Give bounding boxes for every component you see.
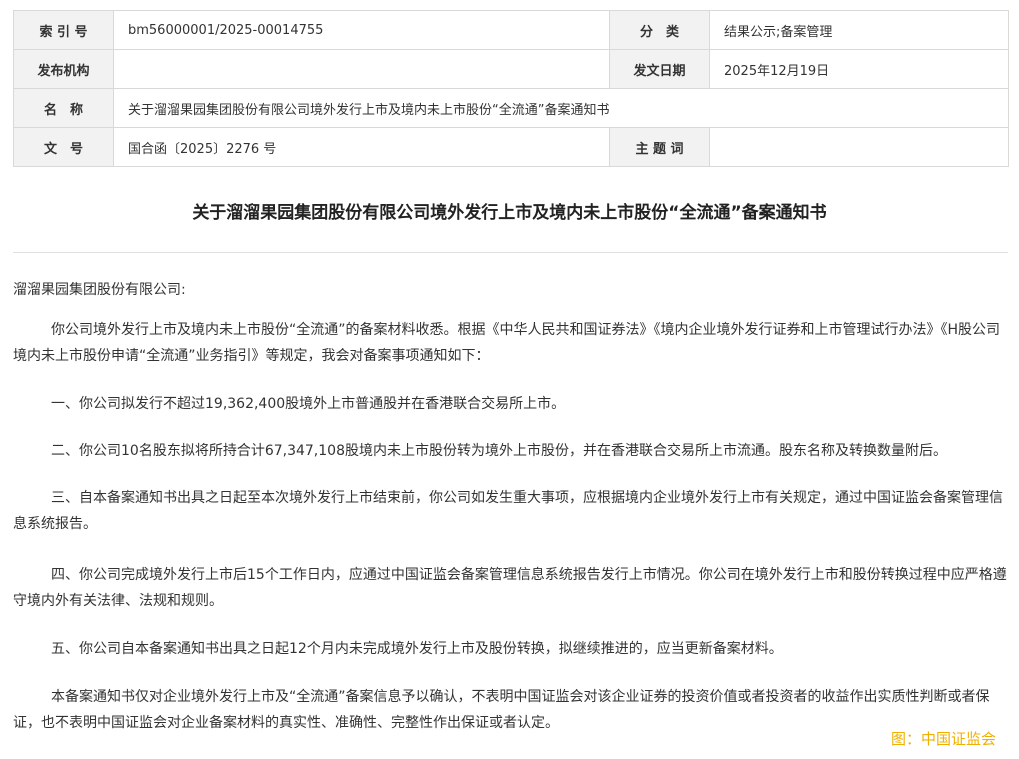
salutation: 溜溜果园集团股份有限公司: <box>13 277 1008 303</box>
body-paragraph-1: 一、你公司拟发行不超过19,362,400股境外上市普通股并在香港联合交易所上市… <box>13 391 1008 417</box>
paragraph-text: 本备案通知书仅对企业境外发行上市及“全流通”备案信息予以确认，不表明中国证监会对… <box>13 689 990 731</box>
publisher-value <box>113 49 610 89</box>
meta-row-name: 名 称 关于溜溜果园集团股份有限公司境外发行上市及境内未上市股份“全流通”备案通… <box>13 88 1009 128</box>
doc-name-label: 名 称 <box>13 88 114 128</box>
paragraph-text: 三、自本备案通知书出具之日起至本次境外发行上市结束前，你公司如发生重大事项，应根… <box>13 490 1003 532</box>
issue-date-value: 2025年12月19日 <box>709 49 1009 89</box>
index-number-label: 索 引 号 <box>13 10 114 50</box>
body-paragraph-3: 三、自本备案通知书出具之日起至本次境外发行上市结束前，你公司如发生重大事项，应根… <box>13 485 1008 537</box>
paragraph-text: 二、你公司10名股东拟将所持合计67,347,108股境内未上市股份转为境外上市… <box>51 443 947 459</box>
body-paragraph-intro: 你公司境外发行上市及境内未上市股份“全流通”的备案材料收悉。根据《中华人民共和国… <box>13 317 1008 369</box>
doc-number-value: 国合函〔2025〕2276 号 <box>113 127 610 167</box>
image-credit-watermark: 图：中国证监会 <box>890 730 996 748</box>
salutation-text: 溜溜果园集团股份有限公司: <box>13 282 186 298</box>
body-paragraph-2: 二、你公司10名股东拟将所持合计67,347,108股境内未上市股份转为境外上市… <box>13 438 1008 464</box>
paragraph-text: 你公司境外发行上市及境内未上市股份“全流通”的备案材料收悉。根据《中华人民共和国… <box>13 322 1001 364</box>
issue-date-label: 发文日期 <box>609 49 710 89</box>
index-number-value: bm56000001/2025-00014755 <box>113 10 610 50</box>
doc-number-label: 文 号 <box>13 127 114 167</box>
paragraph-text: 五、你公司自本备案通知书出具之日起12个月内未完成境外发行上市及股份转换，拟继续… <box>51 641 783 657</box>
body-paragraph-5: 五、你公司自本备案通知书出具之日起12个月内未完成境外发行上市及股份转换，拟继续… <box>13 636 1008 662</box>
meta-row-docno: 文 号 国合函〔2025〕2276 号 主 题 词 <box>13 127 1009 167</box>
meta-row-index: 索 引 号 bm56000001/2025-00014755 分 类 结果公示;… <box>13 10 1009 50</box>
body-paragraph-disclaimer: 本备案通知书仅对企业境外发行上市及“全流通”备案信息予以确认，不表明中国证监会对… <box>13 684 1008 736</box>
meta-row-publisher: 发布机构 发文日期 2025年12月19日 <box>13 49 1009 89</box>
paragraph-text: 一、你公司拟发行不超过19,362,400股境外上市普通股并在香港联合交易所上市… <box>51 396 566 412</box>
keywords-label: 主 题 词 <box>609 127 710 167</box>
category-value: 结果公示;备案管理 <box>709 10 1009 50</box>
body-paragraph-4: 四、你公司完成境外发行上市后15个工作日内，应通过中国证监会备案管理信息系统报告… <box>13 562 1008 614</box>
title-divider <box>13 252 1008 253</box>
category-label: 分 类 <box>609 10 710 50</box>
doc-name-value: 关于溜溜果园集团股份有限公司境外发行上市及境内未上市股份“全流通”备案通知书 <box>113 88 1009 128</box>
paragraph-text: 四、你公司完成境外发行上市后15个工作日内，应通过中国证监会备案管理信息系统报告… <box>13 567 1007 609</box>
document-title: 关于溜溜果园集团股份有限公司境外发行上市及境内未上市股份“全流通”备案通知书 <box>192 203 827 223</box>
keywords-value <box>709 127 1009 167</box>
publisher-label: 发布机构 <box>13 49 114 89</box>
document-meta-table: 索 引 号 bm56000001/2025-00014755 分 类 结果公示;… <box>13 10 1009 167</box>
